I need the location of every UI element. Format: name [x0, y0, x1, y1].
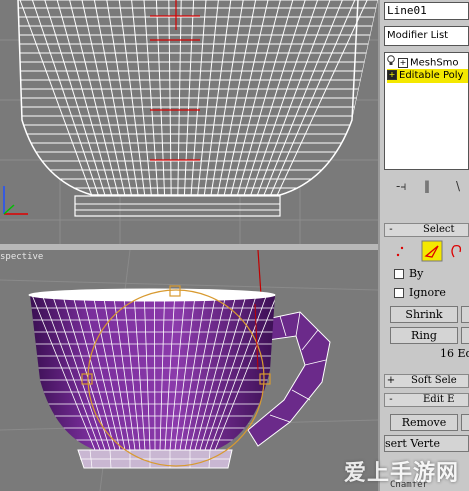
lightbulb-icon[interactable] [387, 55, 395, 70]
show-end-result-icon[interactable]: ‖ [424, 179, 430, 193]
stack-tools: -⫞ ‖ \ [384, 176, 469, 198]
shrink-button[interactable]: Shrink [390, 306, 458, 323]
object-name-field[interactable]: Line01 [384, 2, 469, 20]
collapse-minus-icon: - [389, 224, 393, 235]
ignore-backfacing-checkbox[interactable] [394, 288, 404, 298]
rollout-title: Edit E [423, 394, 455, 405]
top-viewport-wireframe [0, 0, 378, 244]
stack-item-editable-poly[interactable]: + Editable Poly [387, 69, 468, 83]
vertex-icon[interactable] [396, 246, 404, 257]
soft-selection-rollout-header[interactable]: + Soft Sele [384, 374, 469, 388]
loop-button[interactable] [461, 327, 469, 344]
selection-rollout-header[interactable]: - Select [384, 223, 469, 237]
subobject-selector [392, 240, 469, 262]
perspective-viewport[interactable] [0, 250, 378, 491]
viewport-label: spective [0, 252, 44, 262]
border-icon[interactable] [451, 244, 462, 258]
by-vertex-checkbox[interactable] [394, 269, 404, 279]
rollout-title: Select [423, 224, 455, 235]
remove-button[interactable]: Remove [390, 414, 458, 431]
by-vertex-label: By [409, 267, 424, 280]
modifier-list-dropdown[interactable]: Modifier List [384, 26, 469, 46]
watermark-text: 爱上手游网 [344, 461, 460, 486]
expand-plus-icon[interactable]: + [398, 57, 408, 68]
ring-button[interactable]: Ring [390, 327, 458, 344]
selected-count-label: 16 Ed [440, 347, 469, 360]
ignore-backfacing-label: Ignore [409, 286, 446, 299]
rollout-title: Soft Sele [411, 375, 457, 386]
grow-button[interactable] [461, 306, 469, 323]
split-button[interactable] [461, 414, 469, 431]
edit-edges-rollout-header[interactable]: - Edit E [384, 393, 469, 407]
axis-tripod-icon [3, 186, 28, 215]
modifier-stack[interactable]: + MeshSmo + Editable Poly [384, 52, 469, 170]
stack-item-meshsmooth[interactable]: + MeshSmo [387, 55, 468, 69]
make-unique-icon[interactable]: \ [456, 179, 460, 193]
collapse-minus-icon: - [389, 394, 393, 405]
insert-vertex-button[interactable]: sert Verte [384, 435, 469, 452]
expand-plus-icon[interactable]: + [387, 70, 397, 80]
stack-item-label: Editable Poly [399, 70, 464, 81]
perspective-viewport-render [0, 250, 378, 491]
expand-plus-icon: + [386, 375, 396, 386]
stack-item-label: MeshSmo [410, 57, 459, 69]
edge-icon[interactable] [421, 240, 443, 262]
top-viewport[interactable] [0, 0, 378, 244]
pin-stack-icon[interactable]: -⫞ [396, 179, 406, 194]
